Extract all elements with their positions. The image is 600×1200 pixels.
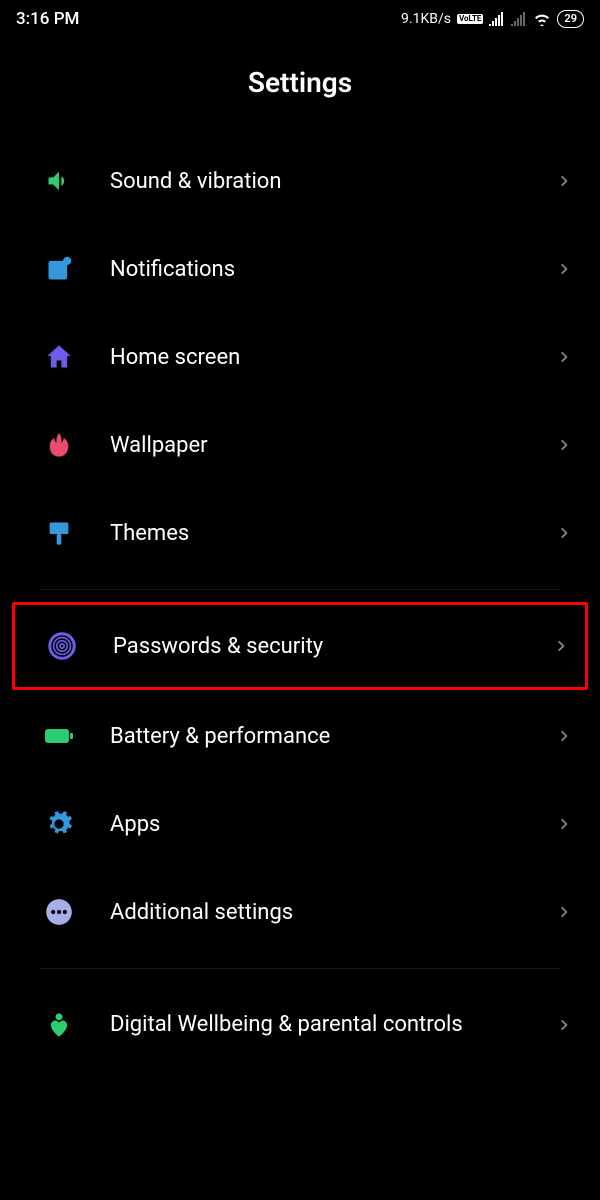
settings-item-wallpaper[interactable]: Wallpaper bbox=[12, 401, 588, 489]
settings-item-sound[interactable]: Sound & vibration bbox=[12, 137, 588, 225]
home-icon bbox=[42, 340, 76, 374]
settings-item-label: Themes bbox=[110, 521, 554, 546]
status-bar: 3:16 PM 9.1KB/s VoLTE 29 bbox=[0, 0, 600, 38]
settings-item-label: Wallpaper bbox=[110, 433, 554, 458]
settings-item-label: Passwords & security bbox=[113, 634, 551, 659]
chevron-right-icon bbox=[554, 902, 574, 922]
status-time: 3:16 PM bbox=[16, 9, 79, 29]
fingerprint-icon bbox=[45, 629, 79, 663]
settings-list: Sound & vibration Notifications Home scr… bbox=[0, 137, 600, 1069]
chevron-right-icon bbox=[554, 1015, 574, 1035]
chevron-right-icon bbox=[554, 347, 574, 367]
settings-item-apps[interactable]: Apps bbox=[12, 780, 588, 868]
heart-person-icon bbox=[42, 1008, 76, 1042]
settings-item-battery[interactable]: Battery & performance bbox=[12, 692, 588, 780]
settings-item-label: Notifications bbox=[110, 257, 554, 282]
battery-icon bbox=[42, 719, 76, 753]
chevron-right-icon bbox=[554, 259, 574, 279]
settings-item-label: Digital Wellbeing & parental controls bbox=[110, 1011, 554, 1040]
divider bbox=[40, 968, 560, 969]
header: Settings bbox=[0, 38, 600, 137]
chevron-right-icon bbox=[554, 726, 574, 746]
status-indicators: 9.1KB/s VoLTE 29 bbox=[401, 10, 584, 27]
settings-item-themes[interactable]: Themes bbox=[12, 489, 588, 577]
settings-item-notifications[interactable]: Notifications bbox=[12, 225, 588, 313]
settings-item-passwords-security[interactable]: Passwords & security bbox=[12, 602, 588, 690]
signal-icon-2 bbox=[511, 12, 527, 26]
settings-item-home-screen[interactable]: Home screen bbox=[12, 313, 588, 401]
settings-item-label: Additional settings bbox=[110, 900, 554, 925]
divider bbox=[40, 589, 560, 590]
network-speed: 9.1KB/s bbox=[401, 11, 451, 27]
wifi-icon bbox=[533, 12, 551, 26]
chevron-right-icon bbox=[554, 435, 574, 455]
settings-item-label: Home screen bbox=[110, 345, 554, 370]
chevron-right-icon bbox=[551, 636, 571, 656]
dots-icon bbox=[42, 895, 76, 929]
volte-badge: VoLTE bbox=[457, 14, 483, 24]
signal-icon bbox=[489, 12, 505, 26]
notification-icon bbox=[42, 252, 76, 286]
battery-indicator: 29 bbox=[557, 10, 584, 27]
chevron-right-icon bbox=[554, 171, 574, 191]
brush-icon bbox=[42, 516, 76, 550]
chevron-right-icon bbox=[554, 814, 574, 834]
settings-item-label: Battery & performance bbox=[110, 724, 554, 749]
page-title: Settings bbox=[0, 66, 600, 99]
settings-item-wellbeing[interactable]: Digital Wellbeing & parental controls bbox=[12, 981, 588, 1069]
settings-item-label: Sound & vibration bbox=[110, 169, 554, 194]
settings-item-label: Apps bbox=[110, 812, 554, 837]
settings-item-additional[interactable]: Additional settings bbox=[12, 868, 588, 956]
flower-icon bbox=[42, 428, 76, 462]
gear-icon bbox=[42, 807, 76, 841]
chevron-right-icon bbox=[554, 523, 574, 543]
speaker-icon bbox=[42, 164, 76, 198]
